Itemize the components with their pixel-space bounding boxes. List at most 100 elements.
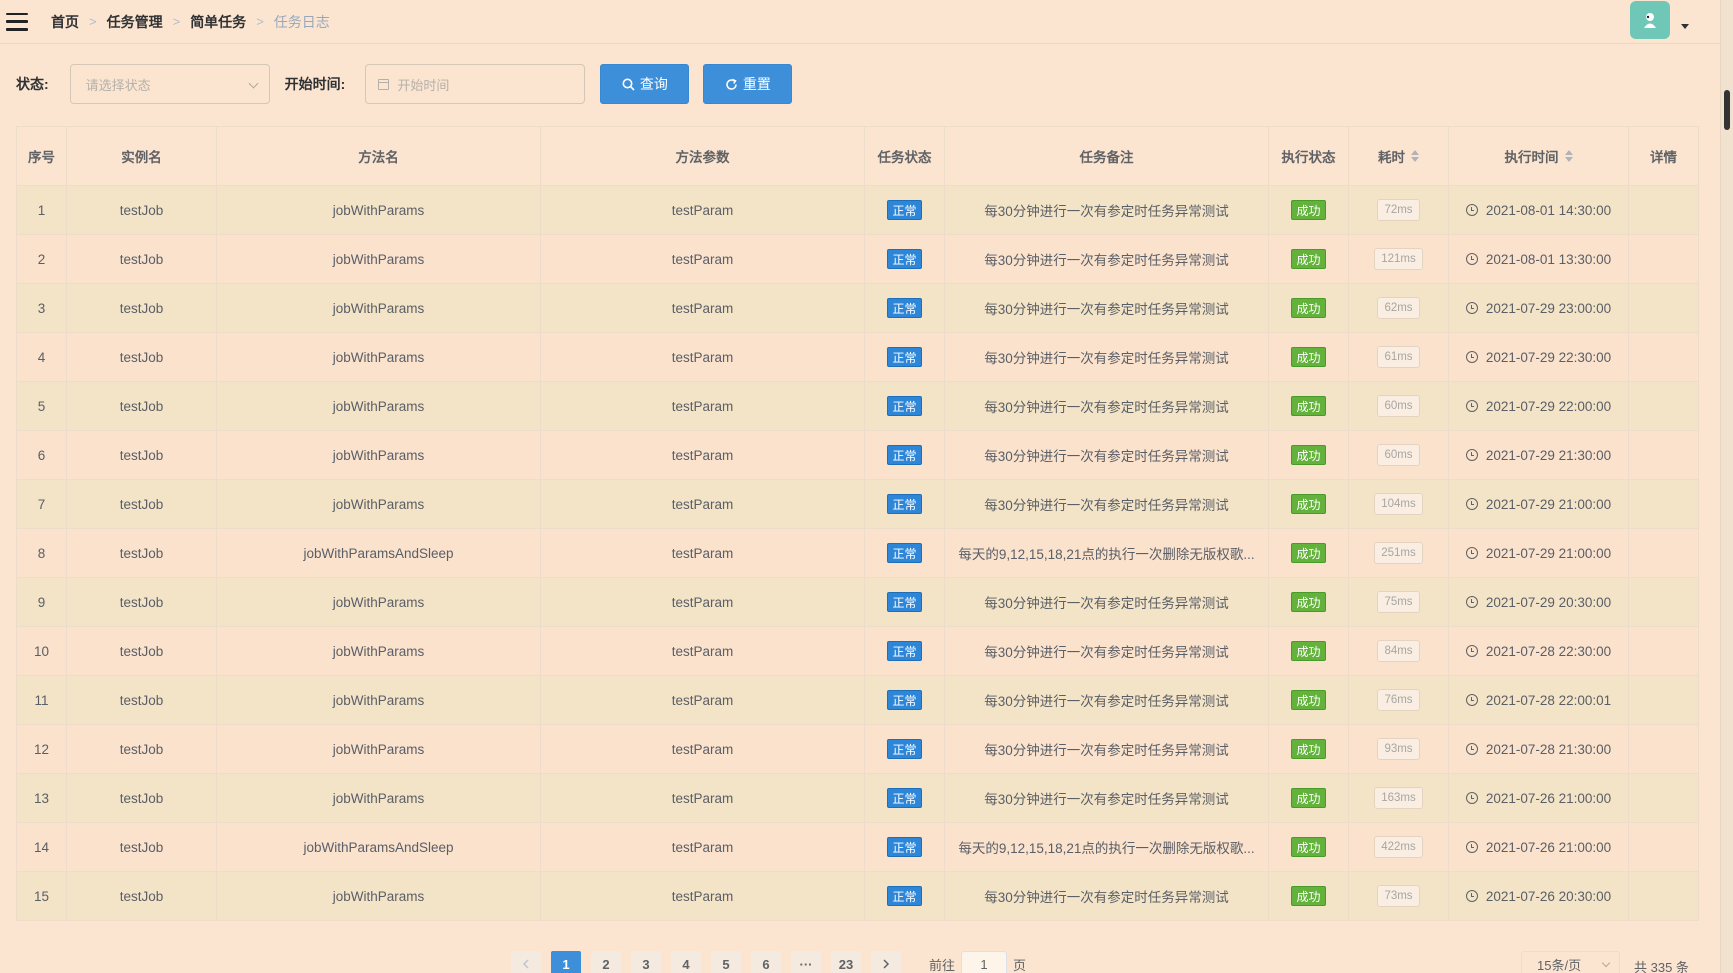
cell-params: testParam (541, 382, 865, 430)
clock-icon (1465, 400, 1478, 412)
table-row[interactable]: 11 testJob jobWithParams testParam 正常 每30分钟进行… (17, 676, 1699, 725)
table-row[interactable]: 13 testJob jobWithParams testParam 正常 每30分钟进行… (17, 774, 1699, 823)
cell-method: jobWithParams (217, 774, 541, 822)
cell-detail[interactable] (1629, 872, 1699, 920)
table-row[interactable]: 12 testJob jobWithParams testParam 正常 每30分钟进行… (17, 725, 1699, 774)
cell-remark: 每30分钟进行一次有参定时任务异常测试 (945, 578, 1269, 626)
cell-detail[interactable] (1629, 235, 1699, 283)
clock-icon (1465, 792, 1478, 804)
table-row[interactable]: 5 testJob jobWithParams testParam 正常 每30分钟进行一… (17, 382, 1699, 431)
avatar[interactable] (1630, 1, 1670, 39)
breadcrumb-simple-task[interactable]: 简单任务 (190, 12, 246, 32)
start-time-picker[interactable]: 开始时间 (365, 64, 586, 104)
cell-detail[interactable] (1629, 382, 1699, 430)
cell-instance: testJob (67, 431, 217, 479)
cell-exec-status: 成功 (1269, 333, 1349, 381)
cost-badge: 73ms (1377, 885, 1420, 907)
page-size-value: 15条/页 (1537, 957, 1582, 973)
page-number-button[interactable]: 4 (671, 951, 701, 973)
goto-page-input[interactable]: 1 (961, 951, 1008, 973)
breadcrumb-home[interactable]: 首页 (51, 12, 79, 32)
cell-method: jobWithParams (217, 676, 541, 724)
sort-icon[interactable] (1411, 150, 1419, 162)
cell-cost: 422ms (1349, 823, 1449, 871)
sort-icon[interactable] (1564, 150, 1573, 162)
cell-detail[interactable] (1629, 578, 1699, 626)
cell-exec-time: 2021-07-28 22:00:01 (1449, 676, 1629, 724)
hamburger-icon[interactable] (6, 12, 28, 31)
query-button[interactable]: 查询 (600, 64, 690, 104)
cell-cost: 121ms (1349, 235, 1449, 283)
cell-detail[interactable] (1629, 480, 1699, 528)
exec-status-badge: 成功 (1291, 592, 1326, 612)
cell-exec-time: 2021-07-28 21:30:00 (1449, 725, 1629, 773)
breadcrumb-task-management[interactable]: 任务管理 (107, 12, 163, 32)
cell-instance: testJob (67, 676, 217, 724)
page-number-button[interactable]: 2 (591, 951, 621, 973)
cell-method: jobWithParamsAndSleep (217, 529, 541, 577)
clock-icon (1465, 498, 1478, 510)
clock-icon (1465, 302, 1478, 314)
task-log-table: 序号 实例名 方法名 方法参数 任务状态 任务备注 执行状态 耗时 执行时间 详… (16, 126, 1699, 921)
page-number-button[interactable]: 3 (631, 951, 661, 973)
page-number-button[interactable]: 23 (831, 951, 861, 973)
caret-down-icon[interactable] (1681, 24, 1689, 29)
cost-badge: 422ms (1374, 836, 1423, 858)
cell-detail[interactable] (1629, 676, 1699, 724)
cell-task-status: 正常 (865, 529, 945, 577)
task-status-badge: 正常 (887, 886, 922, 906)
pagination: 1 2 3 4 5 6 ··· 23 前往 1 页 (511, 951, 1026, 973)
cell-detail[interactable] (1629, 774, 1699, 822)
table-row[interactable]: 6 testJob jobWithParams testParam 正常 每30分钟进行一… (17, 431, 1699, 480)
cell-exec-time: 2021-08-01 14:30:00 (1449, 186, 1629, 234)
vertical-scrollbar[interactable] (1720, 0, 1733, 973)
table-row[interactable]: 3 testJob jobWithParams testParam 正常 每30分钟进行一… (17, 284, 1699, 333)
table-row[interactable]: 2 testJob jobWithParams testParam 正常 每30分钟进行一… (17, 235, 1699, 284)
cell-detail[interactable] (1629, 529, 1699, 577)
prev-page-button[interactable] (511, 951, 541, 973)
page-more-button[interactable]: ··· (791, 951, 821, 973)
cell-detail[interactable] (1629, 431, 1699, 479)
page-number-button[interactable]: 6 (751, 951, 781, 973)
cell-task-status: 正常 (865, 480, 945, 528)
page-number-button[interactable]: 5 (711, 951, 741, 973)
page-number-button[interactable]: 1 (551, 951, 581, 973)
table-row[interactable]: 9 testJob jobWithParams testParam 正常 每30分钟进行一… (17, 578, 1699, 627)
next-page-button[interactable] (871, 951, 901, 973)
exec-status-badge: 成功 (1291, 690, 1326, 710)
table-row[interactable]: 14 testJob jobWithParamsAndSleep testParam 正… (17, 823, 1699, 872)
table-row[interactable]: 7 testJob jobWithParams testParam 正常 每30分钟进行一… (17, 480, 1699, 529)
cell-exec-time: 2021-07-28 22:30:00 (1449, 627, 1629, 675)
col-header-exec-time[interactable]: 执行时间 (1449, 127, 1629, 185)
remark-text: 每天的9,12,15,18,21点的执行一次删除无版权歌... (958, 841, 1255, 856)
table-row[interactable]: 15 testJob jobWithParams testParam 正常 每30分钟进行… (17, 872, 1699, 921)
cell-task-status: 正常 (865, 774, 945, 822)
cell-detail[interactable] (1629, 627, 1699, 675)
table-row[interactable]: 4 testJob jobWithParams testParam 正常 每30分钟进行一… (17, 333, 1699, 382)
cell-detail[interactable] (1629, 823, 1699, 871)
cell-detail[interactable] (1629, 186, 1699, 234)
table-row[interactable]: 1 testJob jobWithParams testParam 正常 每30分钟进行一… (17, 186, 1699, 235)
cell-index: 7 (17, 480, 67, 528)
cell-cost: 75ms (1349, 578, 1449, 626)
status-select[interactable]: 请选择状态 (69, 64, 270, 104)
table-body: 1 testJob jobWithParams testParam 正常 每30分钟进行一… (17, 186, 1699, 921)
task-status-badge: 正常 (887, 200, 922, 220)
table-row[interactable]: 8 testJob jobWithParamsAndSleep testParam 正常… (17, 529, 1699, 578)
cell-index: 8 (17, 529, 67, 577)
filter-form: 状态: 请选择状态 开始时间: 开始时间 查询 重置 (16, 64, 793, 104)
reset-button[interactable]: 重置 (703, 64, 793, 104)
cell-detail[interactable] (1629, 333, 1699, 381)
cell-exec-status: 成功 (1269, 627, 1349, 675)
cell-task-status: 正常 (865, 235, 945, 283)
cell-detail[interactable] (1629, 284, 1699, 332)
cell-detail[interactable] (1629, 725, 1699, 773)
exec-time-text: 2021-07-26 21:00:00 (1485, 839, 1612, 855)
table-row[interactable]: 10 testJob jobWithParams testParam 正常 每30分钟进行… (17, 627, 1699, 676)
col-header-cost[interactable]: 耗时 (1349, 127, 1449, 185)
cell-task-status: 正常 (865, 284, 945, 332)
cell-exec-time: 2021-07-29 22:00:00 (1449, 382, 1629, 430)
cell-exec-time: 2021-08-01 13:30:00 (1449, 235, 1629, 283)
page-size-select[interactable]: 15条/页 (1521, 951, 1620, 973)
scrollbar-thumb[interactable] (1724, 90, 1730, 130)
